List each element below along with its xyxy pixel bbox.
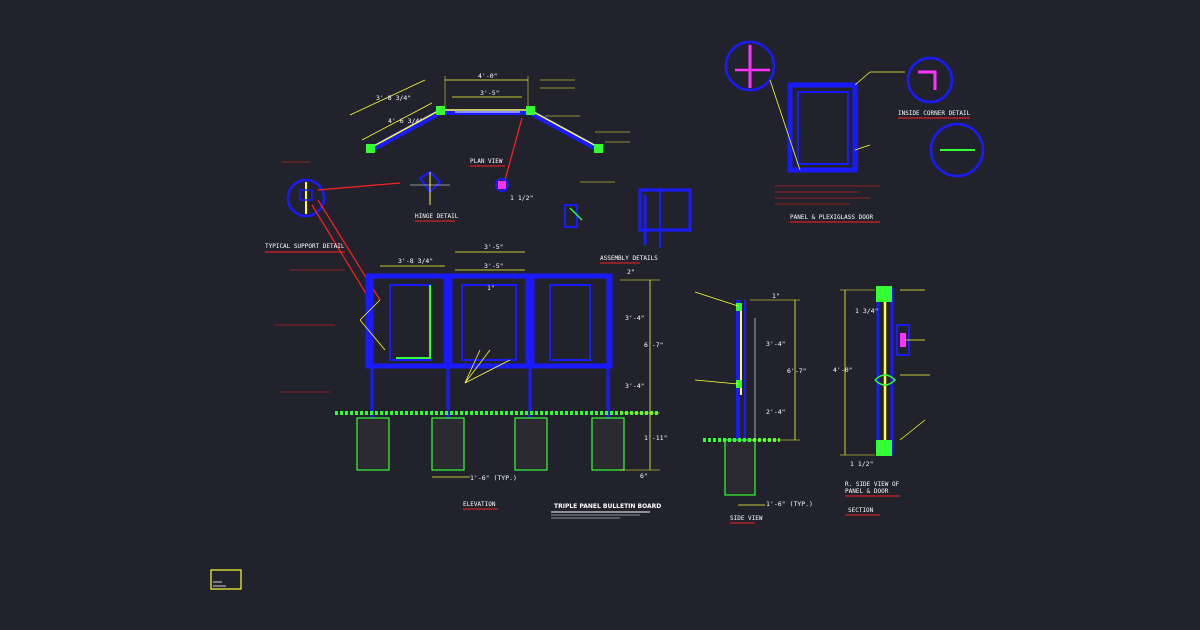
section-dim-top: 1 3/4" [855,307,878,315]
side-view: 1" 3'-4" 6'-7" 2'-4" 1'-6" (TYP.) SIDE V… [694,291,813,524]
side-view-label: SIDE VIEW [730,515,763,522]
elev-dim-h2: 6'-7" [644,341,664,349]
panel-door-detail: INSIDE CORNER DETAIL PANEL & PLEXIGLASS … [724,40,985,223]
elevation-view: 3'-8 3/4" 3'-5" 3'-5" 1" 2" 3'-4" 6'-7" … [275,243,667,510]
elev-dim-h4: 1'-11" [644,434,667,442]
plan-dim-center: 4'-0" [478,72,498,80]
typical-support-label: TYPICAL SUPPORT DETAIL [265,243,345,250]
plan-dim-left: 3'-8 3/4" [376,94,411,102]
section-view: 1 3/4" 4'-0" 1 1/2" R. SIDE VIEW OF PANE… [833,286,930,516]
side-dim-footing: 1'-6" (TYP.) [766,500,813,508]
side-dim-h3: 2'-4" [766,408,786,416]
hinge-detail: HINGE DETAIL 1 1/2" [410,170,533,222]
elev-dim-h1: 3'-4" [625,314,645,322]
section-dim-bottom: 1 1/2" [850,460,873,468]
plan-dim-left2: 4'-6 3/4" [388,117,423,125]
section-label: SECTION [848,507,874,514]
plan-dim-inner: 3'-5" [480,89,500,97]
elev-dim-top: 3'-5" [484,243,504,251]
side-dim-top: 1" [772,292,780,300]
elev-dim-mid: 3'-5" [484,262,504,270]
hinge-dim: 1 1/2" [510,194,533,202]
elev-dim-footing: 1'-6" (TYP.) [470,474,517,482]
title-block-icon [210,569,242,590]
drawing-title-block: TRIPLE PANEL BULLETIN BOARD [551,503,661,519]
assembly-label: ASSEMBLY DETAILS [600,255,658,262]
section-dim-h: 4'-0" [833,366,853,374]
hinge-label: HINGE DETAIL [415,213,459,220]
r-side-view-label: R. SIDE VIEW OF [845,481,900,488]
inside-corner-label: INSIDE CORNER DETAIL [898,110,971,117]
side-dim-h2: 6'-7" [787,367,807,375]
side-dim-h1: 3'-4" [766,340,786,348]
elev-dim-h5: 2" [627,268,635,276]
elev-dim-left: 3'-8 3/4" [398,257,433,265]
plan-view-label: PLAN VIEW [470,158,503,165]
elevation-label: ELEVATION [463,501,496,508]
drawing-title: TRIPLE PANEL BULLETIN BOARD [554,503,661,510]
assembly-details: ASSEMBLY DETAILS [564,181,692,264]
elev-dim-h6: 6" [640,472,648,480]
elev-dim-small: 1" [487,284,495,292]
elev-dim-h3: 3'-4" [625,382,645,390]
r-side-view-label-2: PANEL & DOOR [845,488,889,495]
typical-support-detail: TYPICAL SUPPORT DETAIL [265,161,401,301]
plan-view: 4'-0" 3'-5" 3'-8 3/4" 4'-6 3/4" PLAN VIE… [349,72,630,181]
panel-door-label: PANEL & PLEXIGLASS DOOR [790,214,873,221]
cad-drawing-canvas: 4'-0" 3'-5" 3'-8 3/4" 4'-6 3/4" PLAN VIE… [210,40,985,590]
